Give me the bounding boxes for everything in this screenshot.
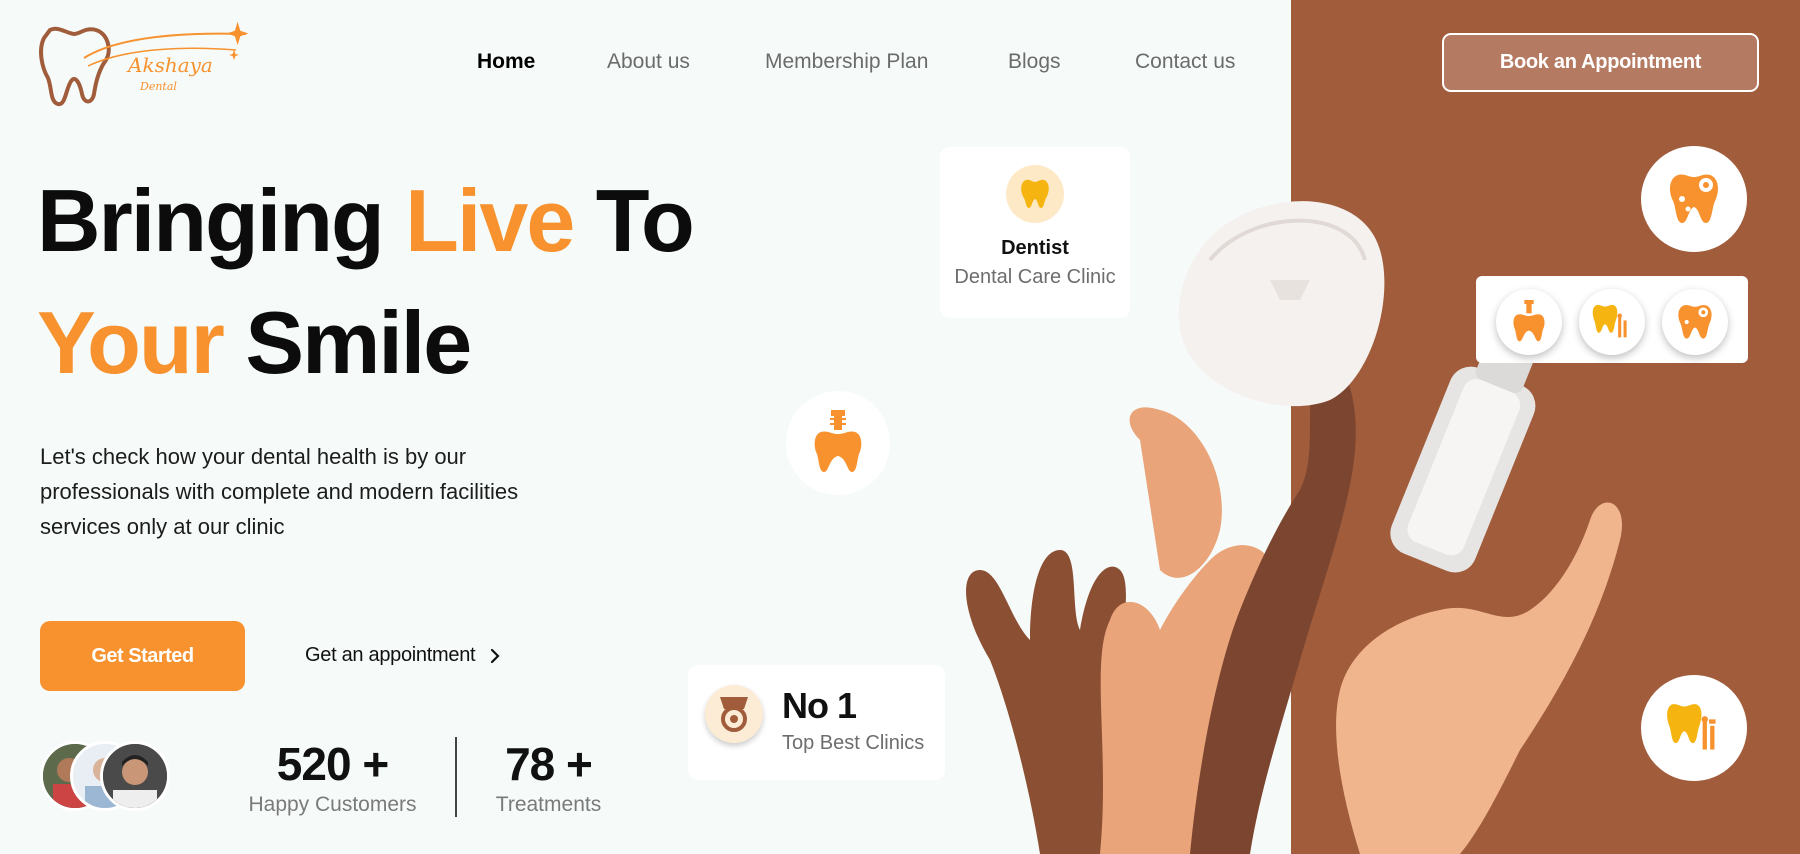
medal-icon xyxy=(705,685,763,743)
customer-avatars xyxy=(40,741,175,811)
dental-implant-icon xyxy=(786,391,890,495)
tooth-cavity-icon[interactable] xyxy=(1662,289,1728,355)
nav-home[interactable]: Home xyxy=(477,50,535,74)
get-appointment-link[interactable]: Get an appointment xyxy=(305,644,501,667)
avatar xyxy=(100,741,170,811)
dentist-card: Dentist Dental Care Clinic xyxy=(940,147,1130,318)
services-icon-row xyxy=(1476,276,1748,363)
hero-title-word: Smile xyxy=(245,293,472,392)
stat-label: Happy Customers xyxy=(248,793,417,816)
rank-card-subtitle: Top Best Clinics xyxy=(782,732,925,754)
tooth-tools-icon xyxy=(1641,675,1747,781)
tooth-logo-icon: Akshaya Dental xyxy=(39,21,249,106)
dental-implant-icon[interactable] xyxy=(1496,289,1562,355)
stat-treatments: 78 + Treatments xyxy=(480,737,617,817)
brand-logo[interactable]: Akshaya Dental xyxy=(36,20,251,110)
rank-card: No 1 Top Best Clinics xyxy=(688,665,945,780)
hero-title-word: Bringing xyxy=(37,171,385,270)
tooth-tools-icon[interactable] xyxy=(1579,289,1645,355)
rank-card-title: No 1 xyxy=(782,685,857,726)
nav-about-us[interactable]: About us xyxy=(607,50,690,74)
nav-blogs[interactable]: Blogs xyxy=(1008,50,1061,74)
hero-description: Let's check how your dental health is by… xyxy=(40,444,519,539)
stat-number: 78 + xyxy=(505,738,593,790)
dentist-card-title: Dentist xyxy=(1001,237,1069,259)
hero-title-accent-word: Live xyxy=(405,171,575,270)
get-started-button[interactable]: Get Started xyxy=(40,621,245,691)
tooth-cavity-icon xyxy=(1641,146,1747,252)
get-appointment-label: Get an appointment xyxy=(305,644,476,666)
dentist-card-subtitle: Dental Care Clinic xyxy=(954,266,1116,288)
stat-divider xyxy=(455,737,457,817)
stat-label: Treatments xyxy=(495,793,602,816)
hero-title-word: To xyxy=(595,171,695,270)
svg-text:Akshaya: Akshaya xyxy=(126,53,213,77)
hero-title-accent-word: Your xyxy=(37,293,225,392)
svg-text:Dental: Dental xyxy=(139,80,177,93)
nav-contact-us[interactable]: Contact us xyxy=(1135,50,1235,74)
stat-happy-customers: 520 + Happy Customers xyxy=(245,737,420,817)
book-appointment-button[interactable]: Book an Appointment xyxy=(1442,33,1759,92)
tooth-icon xyxy=(1006,165,1064,223)
hero-title: Bringing Live To Your Smile xyxy=(37,160,695,404)
stat-number: 520 + xyxy=(276,738,389,790)
chevron-right-icon xyxy=(491,648,500,663)
nav-membership-plan[interactable]: Membership Plan xyxy=(765,50,928,74)
